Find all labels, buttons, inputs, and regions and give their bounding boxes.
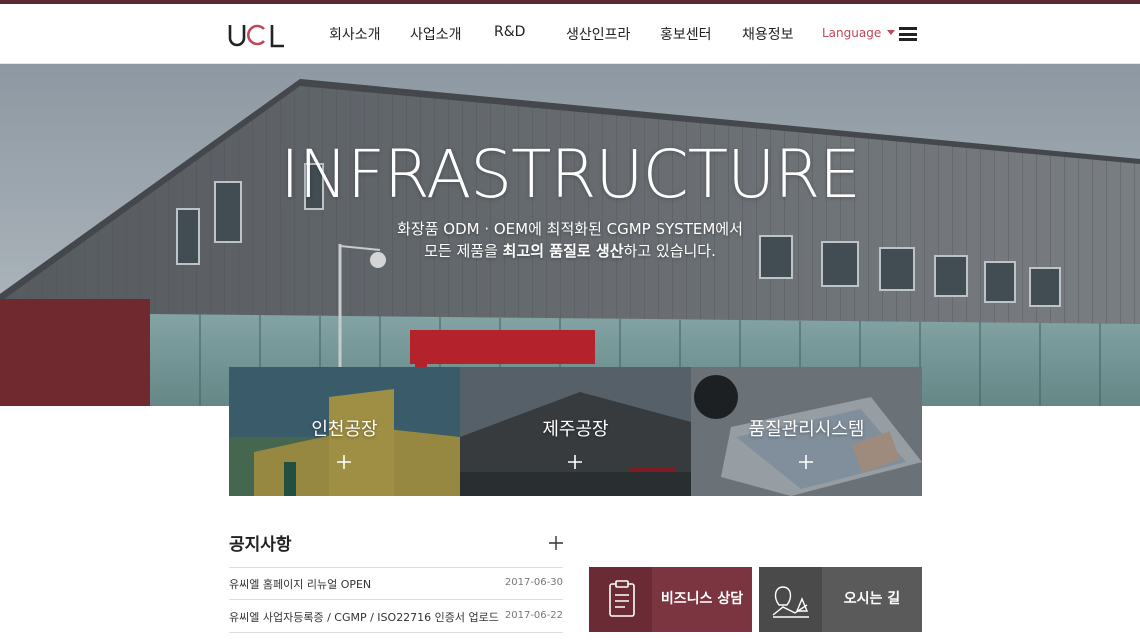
nav-rnd[interactable]: R&D: [494, 24, 525, 40]
hero-title: INFRASTRUCTURE: [280, 136, 861, 213]
nav-business[interactable]: 사업소개: [410, 24, 462, 44]
nav-production-infra[interactable]: 생산인프라: [566, 24, 630, 44]
notice-item-date: 2017-06-30: [504, 577, 563, 588]
notice-board: 공지사항 유씨엘 홈페이지 리뉴얼 OPEN 2017-06-30 유씨엘 사업…: [229, 530, 563, 633]
nav-recruitment[interactable]: 채용정보: [742, 24, 794, 44]
language-selector[interactable]: Language: [822, 26, 896, 40]
hero-subtitle-line1: 화장품 ODM · OEM에 최적화된 CGMP SYSTEM에서: [397, 220, 743, 238]
tile-quality-system[interactable]: 품질관리시스템: [691, 367, 922, 496]
business-consult-label: 비즈니스 상담: [660, 591, 744, 607]
tile-jeju-label: 제주공장: [542, 419, 609, 440]
plus-icon: [337, 455, 351, 469]
tile-incheon-label: 인천공장: [311, 419, 378, 440]
caret-down-icon: [887, 30, 896, 35]
business-consult-button[interactable]: 비즈니스 상담: [589, 567, 752, 632]
map-location-icon: [759, 567, 822, 632]
language-label: Language: [822, 26, 882, 40]
hero-banner: INFRASTRUCTURE 화장품 ODM · OEM에 최적화된 CGMP …: [0, 64, 1140, 406]
nav-company[interactable]: 회사소개: [329, 24, 381, 44]
nav-pr-center[interactable]: 홍보센터: [660, 24, 712, 44]
notice-item-title: 유씨엘 사업자등록증 / CGMP / ISO22716 인증서 업로드: [229, 611, 499, 624]
notice-more-plus-icon[interactable]: [549, 536, 563, 550]
notice-item[interactable]: 유씨엘 홈페이지 리뉴얼 OPEN 2017-06-30: [229, 567, 563, 599]
notice-item[interactable]: 유씨엘 사업자등록증 / CGMP / ISO22716 인증서 업로드 201…: [229, 600, 563, 632]
notice-item-date: 2017-06-22: [504, 610, 563, 621]
tile-jeju-factory[interactable]: 제주공장: [460, 367, 691, 496]
directions-label: 오시는 길: [843, 591, 901, 607]
plus-icon: [568, 455, 582, 469]
divider: [229, 632, 563, 633]
tile-quality-label: 품질관리시스템: [748, 419, 865, 440]
site-header: 회사소개 사업소개 R&D 생산인프라 홍보센터 채용정보 Language: [0, 4, 1140, 64]
notice-title: 공지사항: [229, 535, 292, 555]
clipboard-icon: [589, 567, 652, 632]
hamburger-menu-icon[interactable]: [899, 27, 917, 41]
tile-incheon-factory[interactable]: 인천공장: [229, 367, 460, 496]
notice-item-title: 유씨엘 홈페이지 리뉴얼 OPEN: [229, 578, 372, 591]
ucl-logo[interactable]: [228, 20, 288, 50]
plus-icon: [799, 455, 813, 469]
directions-button[interactable]: 오시는 길: [759, 567, 922, 632]
hero-subtitle-line2: 모든 제품을 최고의 품질로 생산하고 있습니다.: [424, 242, 716, 260]
infra-tiles: 인천공장 제주공장 품질관리시스템: [229, 367, 922, 496]
